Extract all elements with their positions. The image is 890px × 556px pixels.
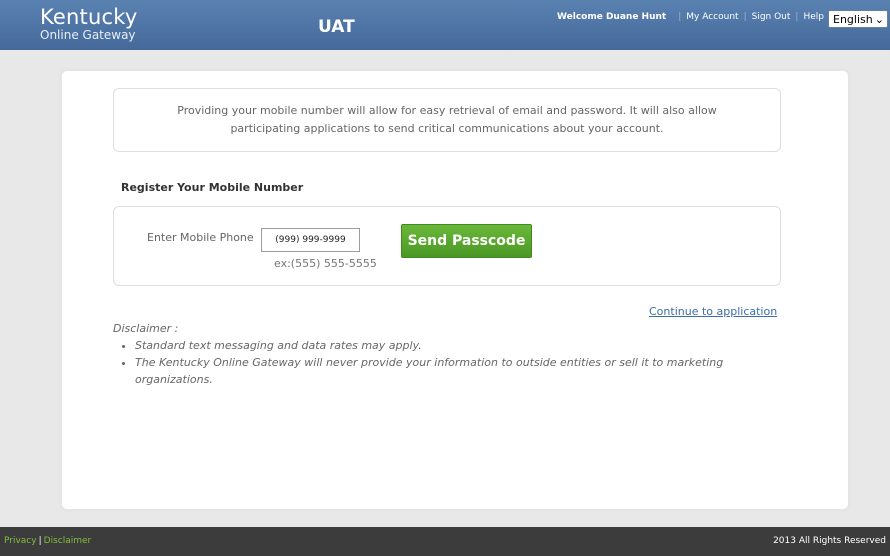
header-bar: Kentucky Online Gateway UAT Welcome Duan… bbox=[0, 0, 890, 50]
footer-separator: | bbox=[38, 536, 42, 546]
welcome-text: Welcome Duane Hunt bbox=[557, 12, 667, 22]
privacy-link[interactable]: Privacy bbox=[4, 536, 37, 546]
sign-out-link[interactable]: Sign Out bbox=[752, 12, 791, 22]
language-select[interactable]: English ⌄ bbox=[828, 10, 888, 28]
footer-bar: Privacy | Disclaimer 2013 All Rights Reser… bbox=[0, 527, 890, 556]
main-card: Providing your mobile number will allow … bbox=[61, 70, 849, 510]
disclaimer-link[interactable]: Disclaimer bbox=[44, 536, 92, 546]
disclaimer-item: Standard text messaging and data rates m… bbox=[135, 337, 745, 354]
disclaimer-item: The Kentucky Online Gateway will never p… bbox=[135, 354, 745, 388]
section-title: Register Your Mobile Number bbox=[121, 181, 304, 194]
disclaimer-label: Disclaimer : bbox=[113, 322, 179, 335]
info-message: Providing your mobile number will allow … bbox=[177, 104, 717, 135]
phone-format-hint: ex:(555) 555-5555 bbox=[274, 257, 377, 270]
chevron-down-icon: ⌄ bbox=[874, 13, 884, 26]
send-passcode-button[interactable]: Send Passcode bbox=[401, 224, 532, 258]
mobile-phone-input[interactable]: (999) 999-9999 bbox=[261, 228, 360, 252]
copyright-text: 2013 All Rights Reserved bbox=[773, 536, 886, 546]
brand-title: Kentucky bbox=[40, 5, 138, 29]
footer-links: Privacy | Disclaimer bbox=[4, 536, 91, 546]
my-account-link[interactable]: My Account bbox=[686, 12, 738, 22]
disclaimer-list: Standard text messaging and data rates m… bbox=[119, 337, 745, 388]
phone-entry-panel: Enter Mobile Phone (999) 999-9999 ex:(55… bbox=[113, 206, 781, 286]
brand-subtitle: Online Gateway bbox=[40, 28, 136, 42]
language-value: English bbox=[833, 13, 873, 26]
nav-separator: | bbox=[743, 12, 747, 22]
continue-to-application-link[interactable]: Continue to application bbox=[649, 305, 777, 318]
help-link[interactable]: Help bbox=[803, 12, 824, 22]
phone-label: Enter Mobile Phone bbox=[147, 231, 254, 244]
nav-separator: | bbox=[795, 12, 799, 22]
info-box: Providing your mobile number will allow … bbox=[113, 88, 781, 152]
top-navigation: Welcome Duane Hunt | My Account | Sign O… bbox=[557, 12, 824, 22]
brand-logo[interactable]: Kentucky Online Gateway bbox=[40, 6, 137, 42]
environment-label: UAT bbox=[318, 17, 355, 37]
nav-separator: | bbox=[678, 12, 682, 22]
